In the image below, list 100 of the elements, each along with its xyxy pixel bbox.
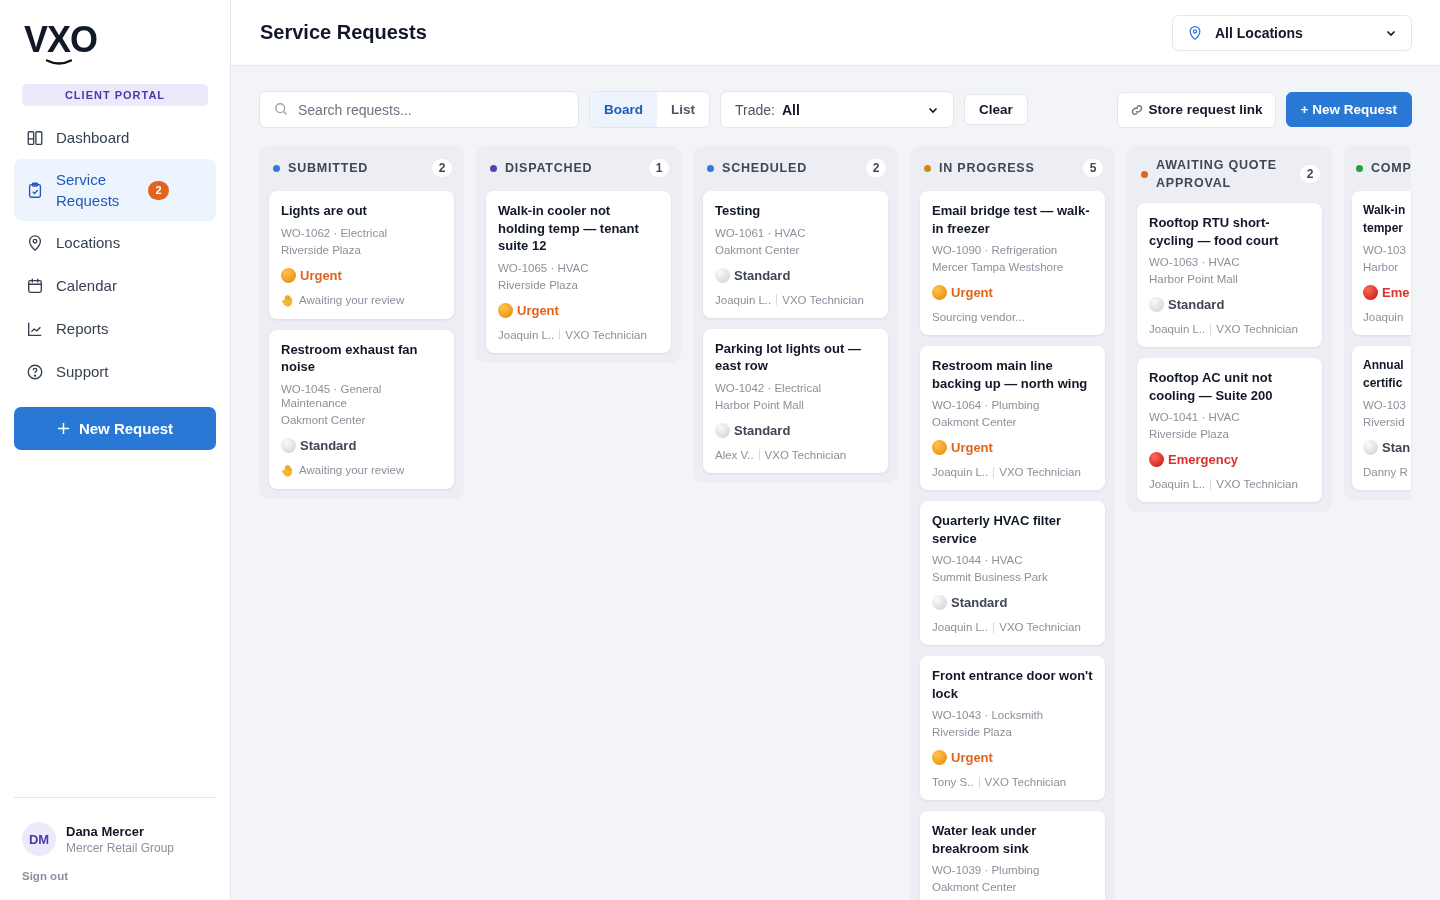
hand-icon	[281, 293, 294, 307]
request-card[interactable]: Water leak under breakroom sink WO-1039 · Plumbing Oakmont Center	[920, 811, 1105, 900]
card-location: Mercer Tampa Westshore	[932, 260, 1065, 274]
column-count: 2	[432, 159, 452, 177]
card-title: Restroom main line backing up — north wing	[932, 357, 1089, 392]
request-card[interactable]: Annual certific WO-103 Riversid Stan Danny R	[1352, 346, 1411, 490]
pin-icon	[1187, 24, 1203, 41]
priority-label: Standard	[734, 422, 791, 438]
page-title: Service Requests	[260, 21, 427, 44]
assignee-role: VXO Technician	[764, 448, 847, 461]
assignee-role: VXO Technician	[999, 621, 1081, 633]
card-meta: WO-1062 · Electrical	[281, 225, 389, 240]
nav-label: Dashboard	[56, 128, 131, 148]
priority-label: Urgent	[951, 750, 993, 765]
request-card[interactable]: Rooftop AC unit not cooling — Suite 200 WO-1041 · HVAC Riverside Plaza Emergency Joaquin L.. VXO Technician	[1137, 358, 1322, 502]
new-request-button[interactable]: New Request	[14, 407, 216, 450]
assignee-name: Alex V..	[715, 448, 754, 461]
card-location: Riverside Plaza	[498, 277, 579, 292]
view-tab[interactable]: Board	[590, 92, 657, 127]
priority-label: Urgent	[951, 285, 993, 300]
new-request-button[interactable]: + New Request	[1285, 92, 1412, 127]
nav-item[interactable]: Locations	[14, 221, 216, 264]
portal-label: CLIENT PORTAL	[22, 84, 208, 106]
search-field[interactable]: Search requests...	[259, 91, 579, 128]
nav-item[interactable]: Support	[14, 350, 216, 393]
card-location: Summit Business Park	[932, 570, 1049, 584]
request-card[interactable]: Email bridge test — walk-in freezer WO-1090 · Refrigeration Mercer Tampa Westshore Urgent Sourcing vendor...	[920, 191, 1105, 335]
user-name: Dana Mercer	[66, 823, 146, 839]
assignee-name: Joaquin L..	[1149, 478, 1206, 490]
plus-icon	[56, 422, 70, 435]
column-title: IN PROGRESS	[939, 160, 1036, 177]
request-card[interactable]: Walk-in temper WO-103 Harbor Eme Joaquin	[1352, 191, 1411, 335]
request-card[interactable]: Rooftop RTU short-cycling — food court WO-1063 · HVAC Harbor Point Mall Standard Joaquin L.. VXO Technician	[1137, 203, 1322, 347]
card-meta: WO-1063 · HVAC	[1149, 255, 1241, 269]
priority-label: Standard	[1168, 297, 1225, 312]
card-title: Walk-in cooler not holding temp — tenant suite 12	[498, 202, 640, 255]
priority-label: Standard	[951, 595, 1008, 610]
request-card[interactable]: Restroom main line backing up — north wing WO-1064 · Plumbing Oakmont Center Urgent Joaquin L.. VXO Technician	[920, 346, 1105, 490]
clipboard-icon	[26, 181, 44, 199]
clear-button[interactable]: Clear	[964, 94, 1028, 125]
assignee-name: Joaquin L..	[498, 328, 555, 341]
priority-label: Emergency	[1168, 452, 1239, 467]
request-card[interactable]: Restroom exhaust fan noise WO-1045 · General Maintenance Oakmont Center Standard Awaiting your review	[269, 329, 454, 489]
card-location: Harbor Point Mall	[715, 397, 805, 412]
column-count: 5	[1083, 159, 1103, 177]
assignee-name: Tony S..	[932, 776, 974, 788]
nav-label: Reports	[56, 319, 110, 339]
nav-label: Calendar	[56, 276, 118, 296]
card-location: Riversid	[1363, 415, 1406, 429]
card-meta: WO-1044 · HVAC	[932, 553, 1024, 567]
request-card[interactable]: Testing WO-1061 · HVAC Oakmont Center Standard Joaquin L.. VXO Technician	[703, 191, 888, 318]
card-location: Riverside Plaza	[281, 242, 362, 257]
calendar-icon	[26, 276, 44, 295]
column-count: 1	[649, 159, 669, 177]
card-title: Restroom exhaust fan noise	[281, 340, 419, 376]
assignee-role: VXO Technician	[984, 776, 1067, 788]
card-title: Front entrance door won't lock	[932, 667, 1093, 702]
card-meta: WO-1039 · Plumbing	[932, 863, 1041, 877]
location-select[interactable]: All Locations	[1172, 14, 1412, 51]
trade-select[interactable]: Trade: All	[720, 91, 955, 128]
priority-label: Standard	[734, 267, 791, 283]
priority-label: Eme	[1382, 285, 1410, 300]
nav-item[interactable]: Dashboard	[14, 116, 216, 159]
assignee-role: VXO Technician	[1216, 478, 1298, 490]
nav-label: Service Requests	[56, 170, 121, 211]
card-meta: WO-1061 · HVAC	[715, 225, 807, 240]
priority-label: Urgent	[300, 267, 342, 283]
card-location: Harbor Point Mall	[1149, 272, 1239, 286]
request-card[interactable]: Front entrance door won't lock WO-1043 · Locksmith Riverside Plaza Urgent Tony S.. VXO Technician	[920, 656, 1105, 800]
card-meta: WO-103	[1363, 398, 1407, 412]
assignee-role: VXO Technician	[1216, 323, 1298, 335]
priority-label: Urgent	[951, 440, 993, 455]
nav-item[interactable]: Reports	[14, 307, 216, 350]
assignee-name: Joaquin L..	[932, 466, 989, 478]
company-name: Mercer Retail Group	[66, 840, 175, 855]
request-card[interactable]: Walk-in cooler not holding temp — tenant suite 12 WO-1065 · HVAC Riverside Plaza Urgent Joaquin L.. VXO Technician	[486, 191, 671, 353]
column-title: SCHEDULED	[722, 160, 808, 177]
card-title: Parking lot lights out — east row	[715, 339, 862, 375]
review-status: Awaiting your review	[299, 464, 405, 476]
card-location: Riverside Plaza	[932, 725, 1013, 739]
request-card[interactable]: Quarterly HVAC filter service WO-1044 · HVAC Summit Business Park Standard Joaquin L.. VXO Technician	[920, 501, 1105, 645]
request-card[interactable]: Parking lot lights out — east row WO-1042 · Electrical Harbor Point Mall Standard Alex V.. VXO Technician	[703, 328, 888, 473]
column-title: COMP	[1371, 160, 1412, 177]
hand-icon	[281, 463, 294, 477]
link-icon	[1129, 102, 1144, 117]
card-meta: WO-1045 · General Maintenance	[281, 381, 383, 410]
request-card[interactable]: Lights are out WO-1062 · Electrical Riverside Plaza Urgent Awaiting your review	[269, 191, 454, 319]
nav-label: Locations	[56, 233, 122, 253]
card-title: Testing	[715, 202, 762, 220]
card-status: Sourcing vendor...	[932, 311, 1025, 323]
store-request-link-button[interactable]: Store request link	[1116, 91, 1276, 128]
card-title: Annual certific	[1363, 357, 1405, 392]
count-badge: 2	[148, 180, 169, 200]
assignee-name: Joaquin L..	[715, 293, 772, 306]
card-location: Oakmont Center	[281, 412, 367, 427]
nav-item[interactable]: Service Requests 2	[14, 159, 216, 221]
card-meta: WO-1041 · HVAC	[1149, 410, 1241, 424]
column-title: AWAITING QUOTE APPROVAL	[1156, 157, 1278, 192]
card-status: Joaquin	[1363, 311, 1404, 323]
nav-item[interactable]: Calendar	[14, 264, 216, 307]
